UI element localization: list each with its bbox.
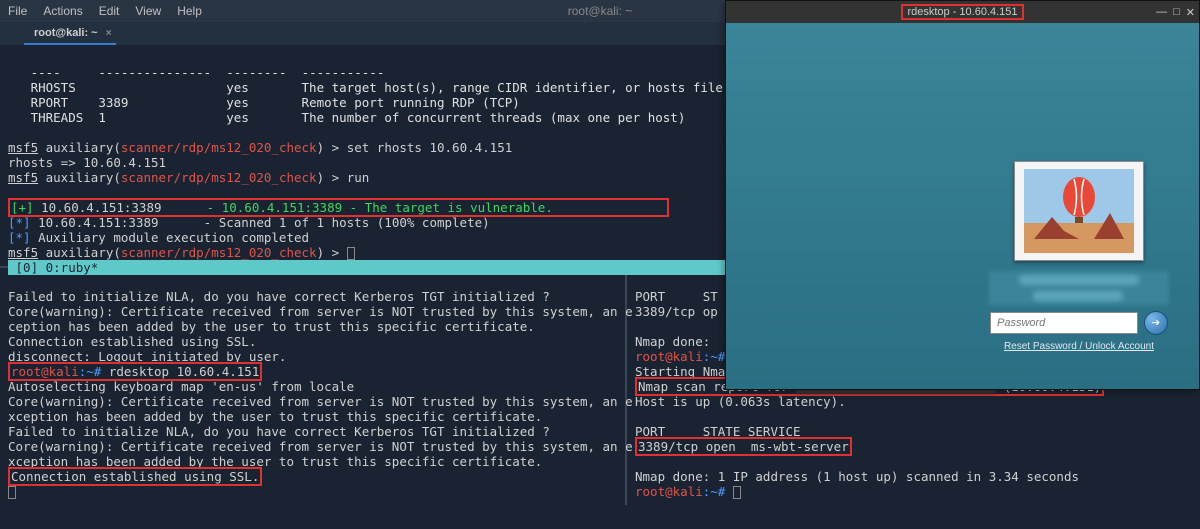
- login-panel: ➔ Reset Password / Unlock Account: [979, 161, 1179, 352]
- cursor: [8, 486, 16, 499]
- arrow-right-icon: ➔: [1152, 315, 1160, 331]
- maximize-icon[interactable]: □: [1173, 6, 1180, 19]
- password-input[interactable]: [990, 312, 1138, 334]
- close-icon[interactable]: ×: [106, 28, 112, 39]
- tab-label: root@kali: ~: [34, 27, 98, 39]
- cursor: [347, 247, 355, 260]
- close-icon[interactable]: ✕: [1186, 6, 1195, 19]
- minimize-icon[interactable]: —: [1156, 6, 1167, 19]
- login-submit-button[interactable]: ➔: [1144, 311, 1168, 335]
- menu-actions[interactable]: Actions: [43, 4, 82, 18]
- rdesktop-body: ➔ Reset Password / Unlock Account: [726, 23, 1199, 389]
- balloon-image: [1024, 169, 1134, 253]
- rdesktop-titlebar[interactable]: rdesktop - 10.60.4.151 — □ ✕: [726, 1, 1199, 23]
- username-blurred: [989, 271, 1169, 305]
- highlight-ssl-established: Connection established using SSL.: [8, 467, 262, 486]
- rdesktop-title: rdesktop - 10.60.4.151: [901, 4, 1023, 20]
- menu-help[interactable]: Help: [177, 4, 202, 18]
- reset-password-link[interactable]: Reset Password / Unlock Account: [979, 341, 1179, 352]
- menu-file[interactable]: File: [8, 4, 27, 18]
- highlight-port-open: 3389/tcp open ms-wbt-server: [635, 437, 852, 456]
- user-avatar-tile[interactable]: [1014, 161, 1144, 261]
- rdesktop-window[interactable]: rdesktop - 10.60.4.151 — □ ✕: [725, 0, 1200, 390]
- terminal-bottom-left[interactable]: Failed to initialize NLA, do you have co…: [0, 268, 627, 505]
- tab-terminal[interactable]: root@kali: ~ ×: [24, 23, 116, 45]
- cursor: [733, 486, 741, 499]
- menu-edit[interactable]: Edit: [99, 4, 120, 18]
- menu-view[interactable]: View: [135, 4, 161, 18]
